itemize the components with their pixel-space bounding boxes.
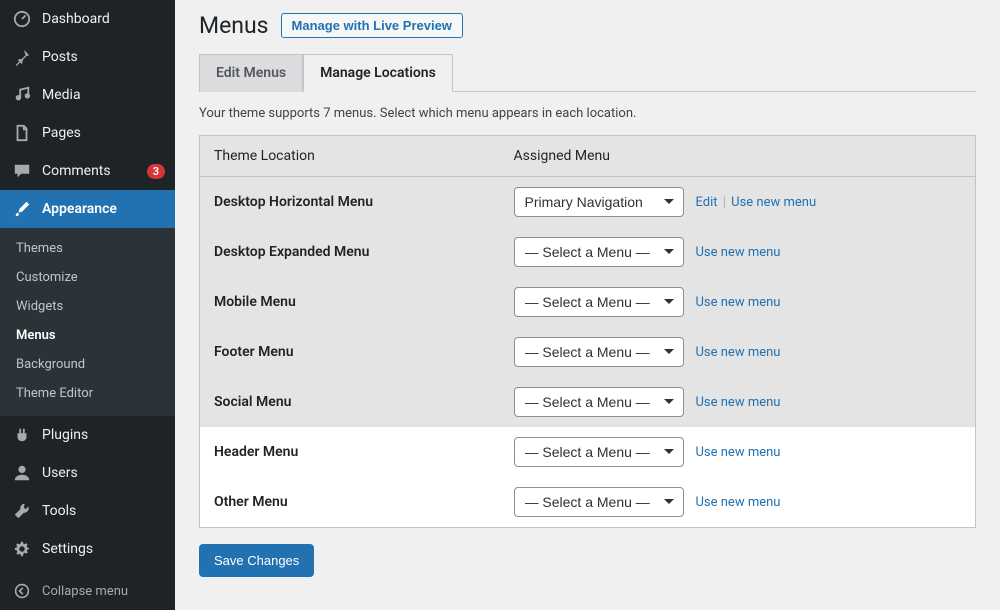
nav-tabs: Edit MenusManage Locations bbox=[199, 53, 976, 92]
assigned-menu-select[interactable]: — Select a Menu — bbox=[514, 437, 684, 467]
user-icon bbox=[12, 463, 32, 483]
media-icon bbox=[12, 85, 32, 105]
plugin-icon bbox=[12, 425, 32, 445]
sidebar-item-label: Tools bbox=[42, 503, 165, 519]
col-assigned-menu: Assigned Menu bbox=[500, 136, 976, 177]
page-icon bbox=[12, 123, 32, 143]
location-row: Header Menu — Select a Menu — Use new menu bbox=[200, 427, 976, 477]
assigned-menu-select[interactable]: — Select a Menu — bbox=[514, 287, 684, 317]
location-name: Other Menu bbox=[200, 477, 500, 528]
gear-icon bbox=[12, 539, 32, 559]
submenu-item-background[interactable]: Background bbox=[0, 350, 175, 379]
location-name: Header Menu bbox=[200, 427, 500, 477]
tab-manage-locations[interactable]: Manage Locations bbox=[303, 54, 453, 92]
location-name: Desktop Horizontal Menu bbox=[200, 177, 500, 228]
use-new-menu-link[interactable]: Use new menu bbox=[696, 295, 781, 310]
location-name: Footer Menu bbox=[200, 327, 500, 377]
row-actions: Edit | Use new menu bbox=[696, 195, 817, 210]
use-new-menu-link[interactable]: Use new menu bbox=[696, 495, 781, 510]
dashboard-icon bbox=[12, 9, 32, 29]
wrench-icon bbox=[12, 501, 32, 521]
sidebar-item-posts[interactable]: Posts bbox=[0, 38, 175, 76]
row-actions: Use new menu bbox=[696, 295, 781, 310]
sidebar-item-settings[interactable]: Settings bbox=[0, 530, 175, 568]
row-actions: Use new menu bbox=[696, 495, 781, 510]
submenu-item-widgets[interactable]: Widgets bbox=[0, 292, 175, 321]
comment-icon bbox=[12, 161, 32, 181]
brush-icon bbox=[12, 199, 32, 219]
assigned-menu-select[interactable]: — Select a Menu — bbox=[514, 237, 684, 267]
appearance-submenu: ThemesCustomizeWidgetsMenusBackgroundThe… bbox=[0, 228, 175, 416]
page-title: Menus bbox=[199, 12, 269, 39]
location-name: Social Menu bbox=[200, 377, 500, 427]
sidebar-item-comments[interactable]: Comments 3 bbox=[0, 152, 175, 190]
edit-menu-link[interactable]: Edit bbox=[696, 195, 718, 210]
sidebar-item-label: Dashboard bbox=[42, 11, 165, 27]
row-actions: Use new menu bbox=[696, 395, 781, 410]
submenu-item-theme-editor[interactable]: Theme Editor bbox=[0, 379, 175, 408]
sidebar-item-label: Appearance bbox=[42, 201, 165, 217]
submenu-item-themes[interactable]: Themes bbox=[0, 234, 175, 263]
location-name: Mobile Menu bbox=[200, 277, 500, 327]
sidebar-item-plugins[interactable]: Plugins bbox=[0, 416, 175, 454]
sidebar-item-label: Media bbox=[42, 87, 165, 103]
sidebar-item-label: Pages bbox=[42, 125, 165, 141]
location-name: Desktop Expanded Menu bbox=[200, 227, 500, 277]
use-new-menu-link[interactable]: Use new menu bbox=[696, 445, 781, 460]
row-actions: Use new menu bbox=[696, 345, 781, 360]
location-row: Social Menu — Select a Menu — Use new menu bbox=[200, 377, 976, 427]
live-preview-button[interactable]: Manage with Live Preview bbox=[281, 13, 463, 38]
main-content: Menus Manage with Live Preview Edit Menu… bbox=[175, 0, 1000, 610]
location-row: Footer Menu — Select a Menu — Use new menu bbox=[200, 327, 976, 377]
use-new-menu-link[interactable]: Use new menu bbox=[731, 195, 816, 210]
sidebar-item-dashboard[interactable]: Dashboard bbox=[0, 0, 175, 38]
pin-icon bbox=[12, 47, 32, 67]
location-row: Mobile Menu — Select a Menu — Use new menu bbox=[200, 277, 976, 327]
sidebar-item-label: Posts bbox=[42, 49, 165, 65]
use-new-menu-link[interactable]: Use new menu bbox=[696, 245, 781, 260]
assigned-menu-select[interactable]: Primary Navigation bbox=[514, 187, 684, 217]
assigned-menu-select[interactable]: — Select a Menu — bbox=[514, 387, 684, 417]
collapse-label: Collapse menu bbox=[42, 584, 128, 599]
sidebar-item-tools[interactable]: Tools bbox=[0, 492, 175, 530]
location-row: Desktop Expanded Menu — Select a Menu — Us… bbox=[200, 227, 976, 277]
col-theme-location: Theme Location bbox=[200, 136, 500, 177]
row-actions: Use new menu bbox=[696, 445, 781, 460]
sidebar-item-users[interactable]: Users bbox=[0, 454, 175, 492]
submenu-item-menus[interactable]: Menus bbox=[0, 321, 175, 350]
comment-count-badge: 3 bbox=[147, 164, 165, 179]
sidebar-item-media[interactable]: Media bbox=[0, 76, 175, 114]
sidebar-item-label: Users bbox=[42, 465, 165, 481]
location-row: Other Menu — Select a Menu — Use new menu bbox=[200, 477, 976, 528]
admin-sidebar: Dashboard Posts Media Pages Comments 3 Appeara… bbox=[0, 0, 175, 610]
submenu-item-customize[interactable]: Customize bbox=[0, 263, 175, 292]
tab-edit-menus[interactable]: Edit Menus bbox=[199, 54, 303, 92]
use-new-menu-link[interactable]: Use new menu bbox=[696, 395, 781, 410]
location-row: Desktop Horizontal Menu Primary Navigatio… bbox=[200, 177, 976, 228]
save-changes-button[interactable]: Save Changes bbox=[199, 544, 314, 577]
assigned-menu-select[interactable]: — Select a Menu — bbox=[514, 487, 684, 517]
sidebar-item-label: Plugins bbox=[42, 427, 165, 443]
sidebar-item-label: Settings bbox=[42, 541, 165, 557]
intro-text: Your theme supports 7 menus. Select whic… bbox=[199, 106, 976, 121]
collapse-menu[interactable]: Collapse menu bbox=[0, 572, 175, 610]
collapse-icon bbox=[12, 581, 32, 601]
sidebar-item-label: Comments bbox=[42, 163, 137, 179]
menu-locations-table: Theme Location Assigned Menu Desktop Hor… bbox=[199, 135, 976, 528]
sidebar-item-pages[interactable]: Pages bbox=[0, 114, 175, 152]
use-new-menu-link[interactable]: Use new menu bbox=[696, 345, 781, 360]
assigned-menu-select[interactable]: — Select a Menu — bbox=[514, 337, 684, 367]
sidebar-item-appearance[interactable]: Appearance bbox=[0, 190, 175, 228]
row-actions: Use new menu bbox=[696, 245, 781, 260]
